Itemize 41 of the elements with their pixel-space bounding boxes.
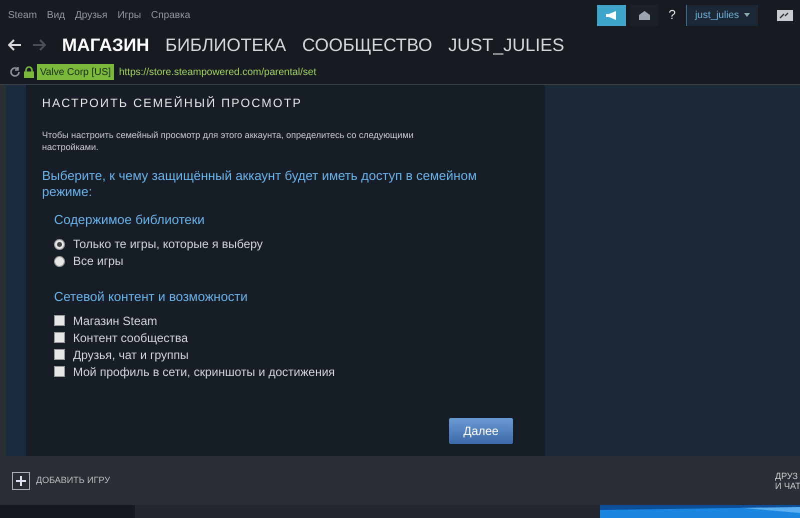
menu-item[interactable]: Steam [8, 8, 37, 22]
back-arrow-icon[interactable] [8, 39, 22, 51]
checkbox[interactable] [54, 315, 65, 326]
menu-item[interactable]: Игры [117, 8, 142, 22]
question-text: Выберите, к чему защищённый аккаунт будет иметь доступ в семейном режиме: [42, 168, 478, 200]
friends-label[interactable]: ДРУЗ [775, 470, 800, 480]
nav-tab[interactable]: БИБЛИОТЕКА [165, 32, 286, 58]
menu-item[interactable]: Вид [46, 8, 65, 22]
checkbox[interactable] [54, 366, 65, 377]
section-heading: Сетевой контент и возможности [54, 288, 249, 306]
menu-item[interactable]: Справка [151, 8, 190, 22]
intro-text: Чтобы настроить семейный просмотр для этого аккаунта, определитесь со следующими настройками. [42, 129, 415, 153]
next-button[interactable]: Далее [449, 418, 513, 444]
option-label: Друзья, чат и группы [73, 346, 189, 364]
plus-icon[interactable] [12, 472, 30, 490]
url-text: https://store.steampowered.com/parental/set [118, 66, 316, 80]
panel-title: НАСТРОИТЬ СЕМЕЙНЫЙ ПРОСМОТР [42, 95, 304, 112]
checkbox[interactable] [54, 332, 65, 343]
caret-icon [744, 13, 750, 17]
section-heading: Содержимое библиотеки [54, 211, 206, 229]
expand-icon [777, 10, 793, 20]
checkbox[interactable] [54, 349, 65, 360]
nav-tab[interactable]: МАГАЗИН [62, 32, 150, 58]
option-label: Все игры [73, 253, 124, 270]
account-menu[interactable]: just_julies [686, 4, 758, 26]
radio-button[interactable] [54, 256, 65, 266]
option-label: Контент сообщества [73, 330, 188, 346]
nav-tab[interactable]: СООБЩЕСТВО [302, 32, 432, 58]
padlock-icon [24, 66, 34, 78]
announcement-button[interactable] [597, 4, 626, 26]
add-game-link[interactable]: ДОБАВИТЬ ИГРУ [36, 474, 110, 488]
menu-item[interactable]: Друзья [75, 8, 108, 22]
radio-button[interactable] [54, 238, 65, 250]
certificate-badge: Valve Corp [US] [37, 64, 114, 80]
notifications-button[interactable] [630, 4, 658, 26]
megaphone-icon [606, 10, 618, 20]
nav-tab[interactable]: JUST_JULIES [448, 32, 564, 58]
option-label: Только те игры, которые я выберу [73, 236, 263, 253]
reload-icon[interactable] [9, 66, 21, 78]
option-label: Магазин Steam [73, 312, 158, 330]
option-label: Мой профиль в сети, скриншоты и достижения [73, 364, 335, 380]
